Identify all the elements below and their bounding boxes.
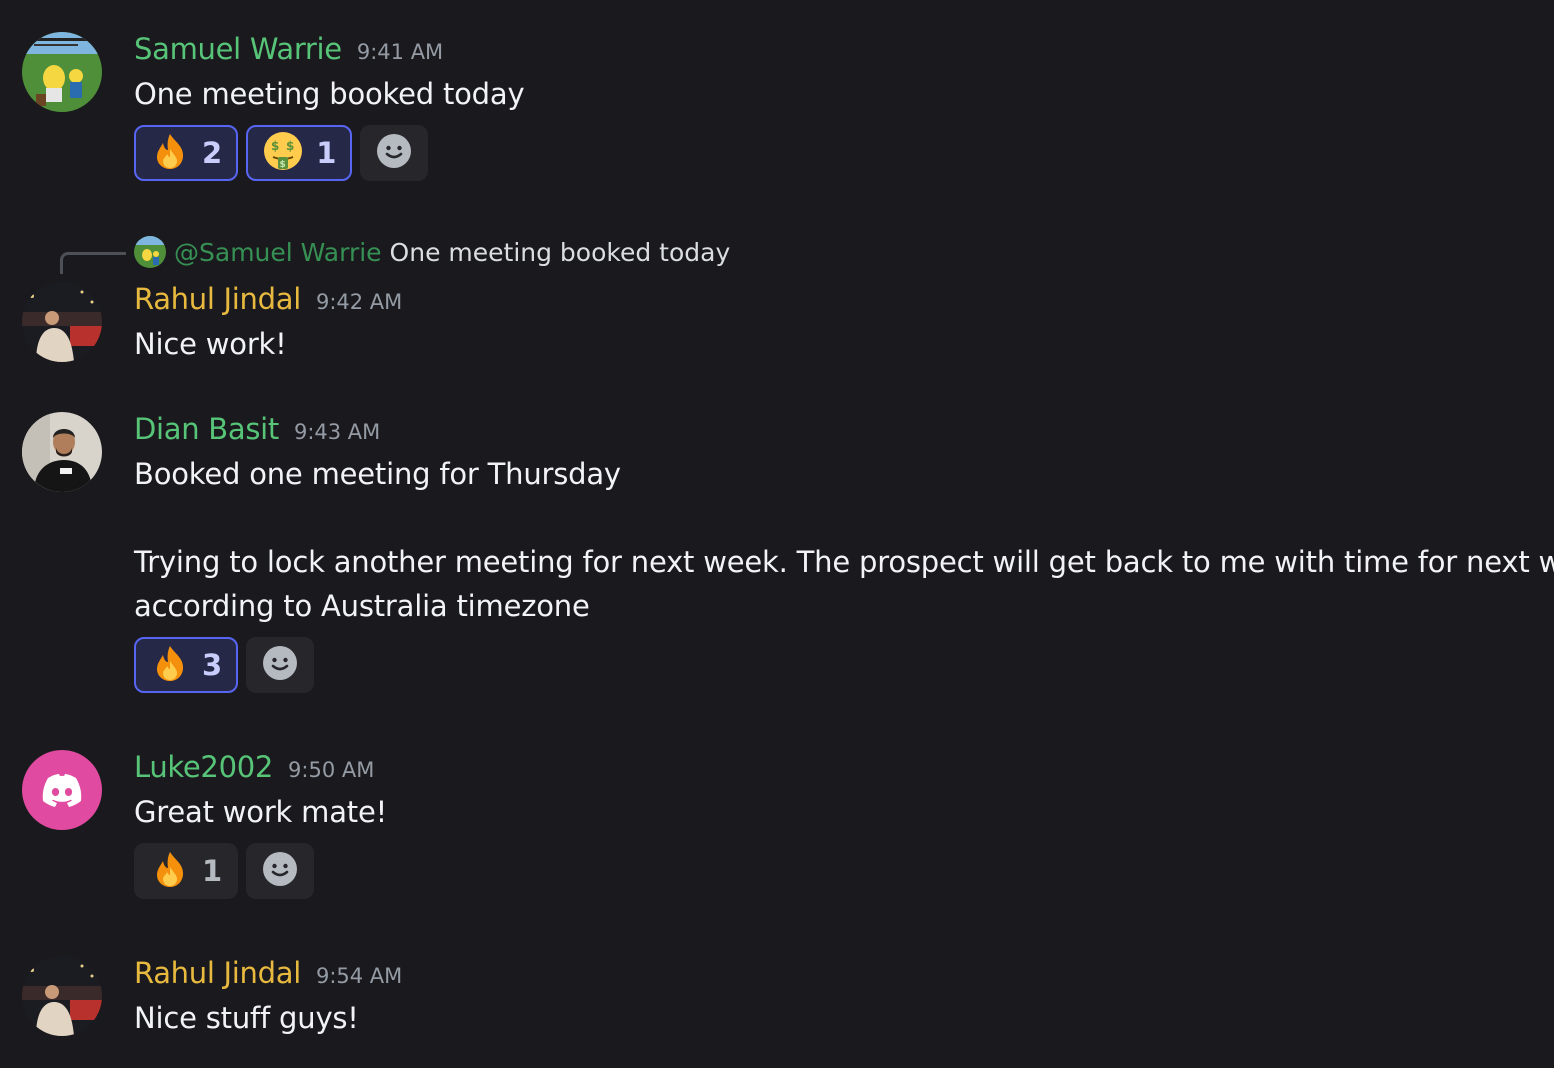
author-name[interactable]: Luke2002 bbox=[134, 750, 273, 784]
message-timestamp[interactable]: 9:50 AM bbox=[288, 758, 374, 782]
reaction-bar: 1 bbox=[134, 843, 315, 899]
svg-text:$: $ bbox=[271, 139, 279, 153]
reaction-fire[interactable]: 2 bbox=[134, 125, 239, 181]
fire-emoji-icon bbox=[150, 849, 190, 893]
reply-connector bbox=[60, 252, 126, 274]
message-timestamp[interactable]: 9:41 AM bbox=[357, 40, 443, 64]
message-timestamp[interactable]: 9:54 AM bbox=[316, 964, 402, 988]
message-content: Nice stuff guys! bbox=[134, 1001, 359, 1035]
avatar-samuel-warrie[interactable] bbox=[22, 32, 102, 112]
add-reaction-button[interactable] bbox=[246, 637, 315, 693]
reply-avatar bbox=[134, 236, 166, 268]
avatar-rahul-jindal[interactable] bbox=[22, 956, 102, 1036]
reply-preview-text[interactable]: One meeting booked today bbox=[390, 238, 731, 267]
fire-emoji-icon bbox=[150, 131, 190, 175]
reaction-bar: 3 bbox=[134, 637, 315, 693]
reaction-fire[interactable]: 3 bbox=[134, 637, 239, 693]
message-content: One meeting booked today bbox=[134, 77, 525, 111]
reaction-bar: 2 $ $ $ 1 bbox=[134, 125, 429, 181]
reaction-count: 2 bbox=[202, 136, 223, 170]
fire-emoji-icon bbox=[150, 643, 190, 687]
reaction-fire[interactable]: 1 bbox=[134, 843, 239, 899]
message-content: Great work mate! bbox=[134, 795, 388, 829]
svg-text:$: $ bbox=[286, 139, 294, 153]
svg-text:$: $ bbox=[280, 160, 286, 170]
add-reaction-button[interactable] bbox=[246, 843, 315, 899]
avatar-luke2002[interactable] bbox=[22, 750, 102, 830]
author-name[interactable]: Dian Basit bbox=[134, 412, 279, 446]
reaction-money-mouth[interactable]: $ $ $ 1 bbox=[246, 125, 353, 181]
author-name[interactable]: Rahul Jindal bbox=[134, 282, 301, 316]
message-content-line: according to Australia timezone bbox=[134, 589, 590, 623]
message-content-line: Trying to lock another meeting for next … bbox=[134, 545, 1554, 579]
chat-message-list: Samuel Warrie 9:41 AM One meeting booked… bbox=[0, 0, 1554, 1068]
reaction-count: 1 bbox=[202, 854, 223, 888]
reaction-count: 1 bbox=[316, 136, 337, 170]
avatar-rahul-jindal[interactable] bbox=[22, 282, 102, 362]
smiley-face-icon bbox=[376, 133, 412, 173]
smiley-face-icon bbox=[262, 851, 298, 891]
author-name[interactable]: Samuel Warrie bbox=[134, 32, 342, 66]
reply-reference[interactable]: @Samuel Warrie One meeting booked today bbox=[134, 236, 730, 268]
smiley-face-icon bbox=[262, 645, 298, 685]
message-timestamp[interactable]: 9:42 AM bbox=[316, 290, 402, 314]
avatar-dian-basit[interactable] bbox=[22, 412, 102, 492]
discord-logo-icon bbox=[22, 774, 102, 830]
message-content: Nice work! bbox=[134, 327, 287, 361]
add-reaction-button[interactable] bbox=[360, 125, 429, 181]
message-timestamp[interactable]: 9:43 AM bbox=[294, 420, 380, 444]
reply-mention[interactable]: @Samuel Warrie bbox=[174, 238, 382, 267]
author-name[interactable]: Rahul Jindal bbox=[134, 956, 301, 990]
reaction-count: 3 bbox=[202, 648, 223, 682]
message-content-line: Booked one meeting for Thursday bbox=[134, 457, 621, 491]
money-mouth-emoji-icon: $ $ $ bbox=[262, 130, 304, 176]
